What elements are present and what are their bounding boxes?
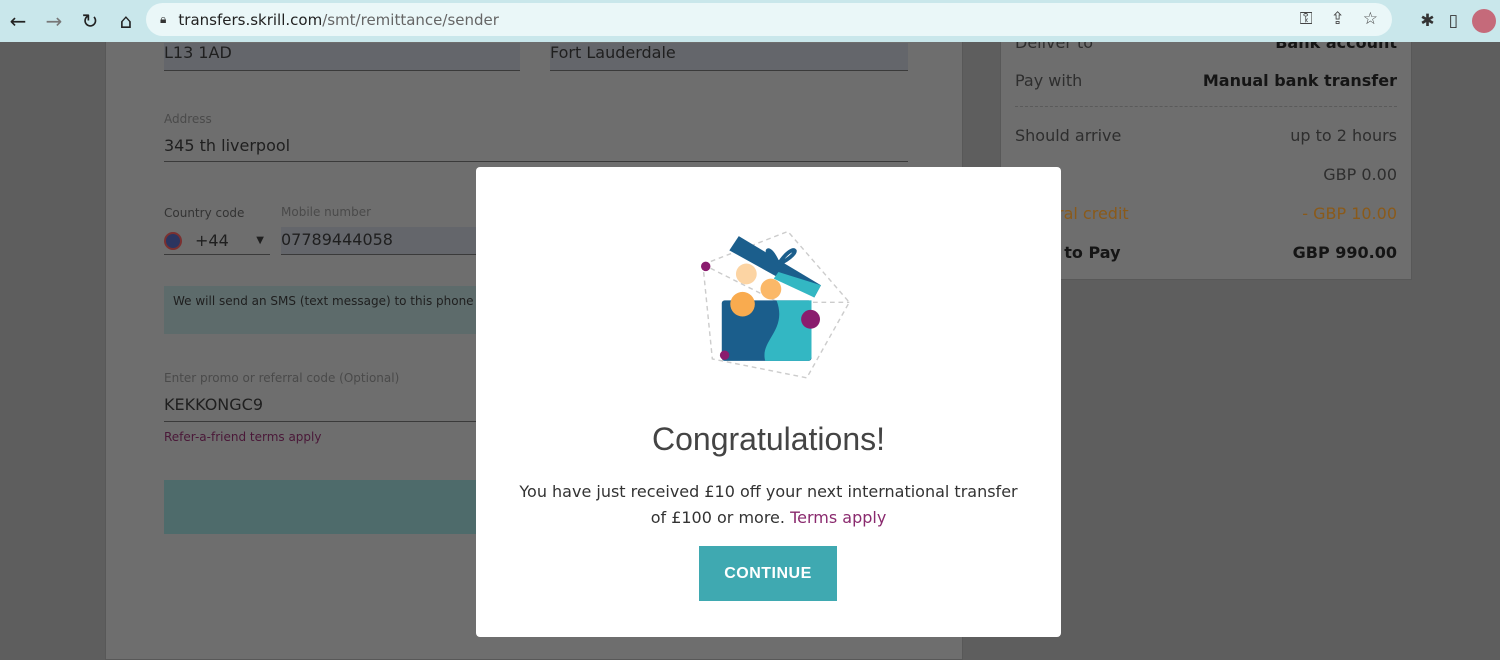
credit-value: - GBP 10.00	[1302, 204, 1397, 223]
country-code-value: +44	[195, 231, 229, 250]
modal-message: You have just received £10 off your next…	[516, 479, 1021, 531]
postcode-field[interactable]: L13 1AD	[164, 43, 520, 71]
country-code-label: Country code	[164, 206, 245, 220]
country-code-select[interactable]: +44 ▼	[164, 227, 270, 255]
terms-link[interactable]: Terms apply	[790, 508, 886, 527]
side-panel-icon[interactable]: ▯	[1449, 11, 1458, 31]
address-label: Address	[164, 112, 212, 126]
message-text: You have just received £10 off your next…	[519, 482, 1018, 527]
gift-box-icon	[701, 230, 851, 379]
arrive-value: up to 2 hours	[1290, 126, 1397, 145]
reload-icon[interactable]: ↻	[72, 9, 108, 33]
forward-icon[interactable]: →	[36, 9, 72, 33]
pay-value: Manual bank transfer	[1202, 71, 1397, 90]
uk-flag-icon	[164, 231, 182, 250]
home-icon[interactable]: ⌂	[108, 9, 144, 33]
arrive-label: Should arrive	[1015, 126, 1122, 145]
key-icon[interactable]: ⚿	[1300, 9, 1313, 29]
url-path: /smt/remittance/sender	[322, 10, 499, 29]
avatar[interactable]	[1472, 9, 1496, 33]
lock-icon: 🔒︎	[160, 12, 167, 26]
star-icon[interactable]: ☆	[1363, 9, 1378, 29]
divider	[1015, 106, 1397, 107]
pay-label: Pay with	[1015, 71, 1083, 90]
address-field[interactable]: 345 th liverpool	[164, 136, 908, 162]
chevron-down-icon: ▼	[256, 235, 264, 246]
city-field[interactable]: Fort Lauderdale	[550, 43, 908, 71]
back-icon[interactable]: ←	[0, 9, 36, 33]
continue-button[interactable]: CONTINUE	[699, 546, 837, 601]
modal-title: Congratulations!	[651, 421, 886, 457]
promo-label: Enter promo or referral code (Optional)	[164, 371, 400, 385]
fee-value: GBP 0.00	[1323, 165, 1397, 184]
mobile-label: Mobile number	[281, 205, 372, 219]
browser-toolbar: ← → ↻ ⌂ 🔒︎ transfers.skrill.com/smt/remi…	[0, 0, 1500, 42]
summary-card: Deliver to Bank account Pay with Manual ba…	[1000, 20, 1412, 280]
address-bar[interactable]: 🔒︎ transfers.skrill.com/smt/remittance/s…	[146, 3, 1392, 36]
promo-terms-link[interactable]: Refer-a-friend terms apply	[164, 430, 321, 444]
total-value: GBP 990.00	[1292, 243, 1397, 262]
extensions-icon[interactable]: ✱	[1420, 11, 1434, 31]
url-host: transfers.skrill.com	[178, 10, 323, 29]
congratulations-modal: Congratulations! You have just received …	[476, 167, 1061, 637]
share-icon[interactable]: ⇪	[1331, 9, 1345, 29]
